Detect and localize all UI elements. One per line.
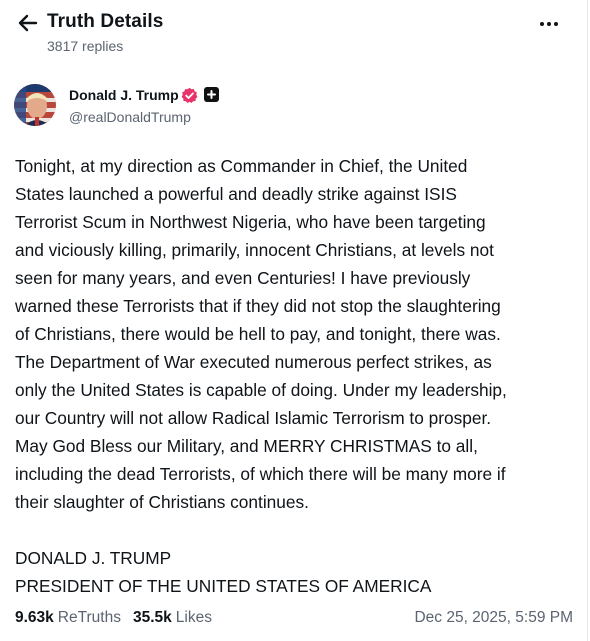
post-stats: 9.63k ReTruths 35.5k Likes: [15, 609, 224, 627]
more-options-button[interactable]: [534, 12, 564, 36]
arrow-left-icon: [18, 14, 38, 32]
likes-label: Likes: [175, 609, 212, 626]
signature-name: DONALD J. TRUMP: [15, 548, 172, 568]
post-signature: DONALD J. TRUMP PRESIDENT OF THE UNITED …: [15, 544, 431, 600]
retruths-count: 9.63k: [15, 609, 54, 626]
author-name[interactable]: Donald J. Trump: [69, 87, 179, 103]
retruths-stat[interactable]: 9.63k ReTruths: [15, 609, 121, 627]
page-title: Truth Details: [47, 11, 164, 32]
likes-count: 35.5k: [132, 609, 172, 626]
avatar[interactable]: [14, 84, 56, 126]
post-text: Tonight, at my direction as Commander in…: [15, 152, 580, 516]
post-author: Donald J. Trump @realDonaldTrump: [14, 84, 574, 128]
author-handle[interactable]: @realDonaldTrump: [69, 109, 191, 125]
post-line: Terrorist Scum in Northwest Nigeria, who…: [15, 212, 486, 232]
avatar-image: [14, 84, 56, 126]
verified-badge-icon: [181, 87, 198, 103]
more-dot: [547, 22, 551, 26]
post-line: of Christians, there would be hell to pa…: [15, 324, 501, 344]
page-header: Truth Details 3817 replies: [0, 0, 588, 62]
back-button[interactable]: [14, 10, 42, 36]
signature-title: PRESIDENT OF THE UNITED STATES OF AMERIC…: [15, 576, 432, 596]
post-line: their slaughter of Christians continues.: [15, 492, 309, 512]
plus-badge-icon: [204, 87, 219, 102]
more-dot: [540, 22, 544, 26]
post-line: States launched a powerful and deadly st…: [15, 184, 457, 204]
replies-count: 3817 replies: [47, 38, 124, 54]
post-line: May God Bless our Military, and MERRY CH…: [15, 436, 478, 456]
post-line: Tonight, at my direction as Commander in…: [15, 156, 468, 176]
panel-border: [587, 0, 588, 641]
post-line: The Department of War executed numerous …: [15, 352, 492, 372]
post-line: including the dead Terrorists, of which …: [15, 464, 506, 484]
post-line: only the United States is capable of doi…: [15, 380, 507, 400]
more-dot: [554, 22, 558, 26]
post-line: and viciously killing, primarily, innoce…: [15, 240, 494, 260]
post-line: seen for many years, and even Centuries!…: [15, 268, 471, 288]
retruths-label: ReTruths: [57, 609, 121, 626]
post-line: warned these Terrorists that if they did…: [15, 296, 501, 316]
post-timestamp: Dec 25, 2025, 5:59 PM: [414, 609, 573, 626]
post-line: our Country will not allow Radical Islam…: [15, 408, 492, 428]
likes-stat[interactable]: 35.5k Likes: [133, 609, 212, 627]
